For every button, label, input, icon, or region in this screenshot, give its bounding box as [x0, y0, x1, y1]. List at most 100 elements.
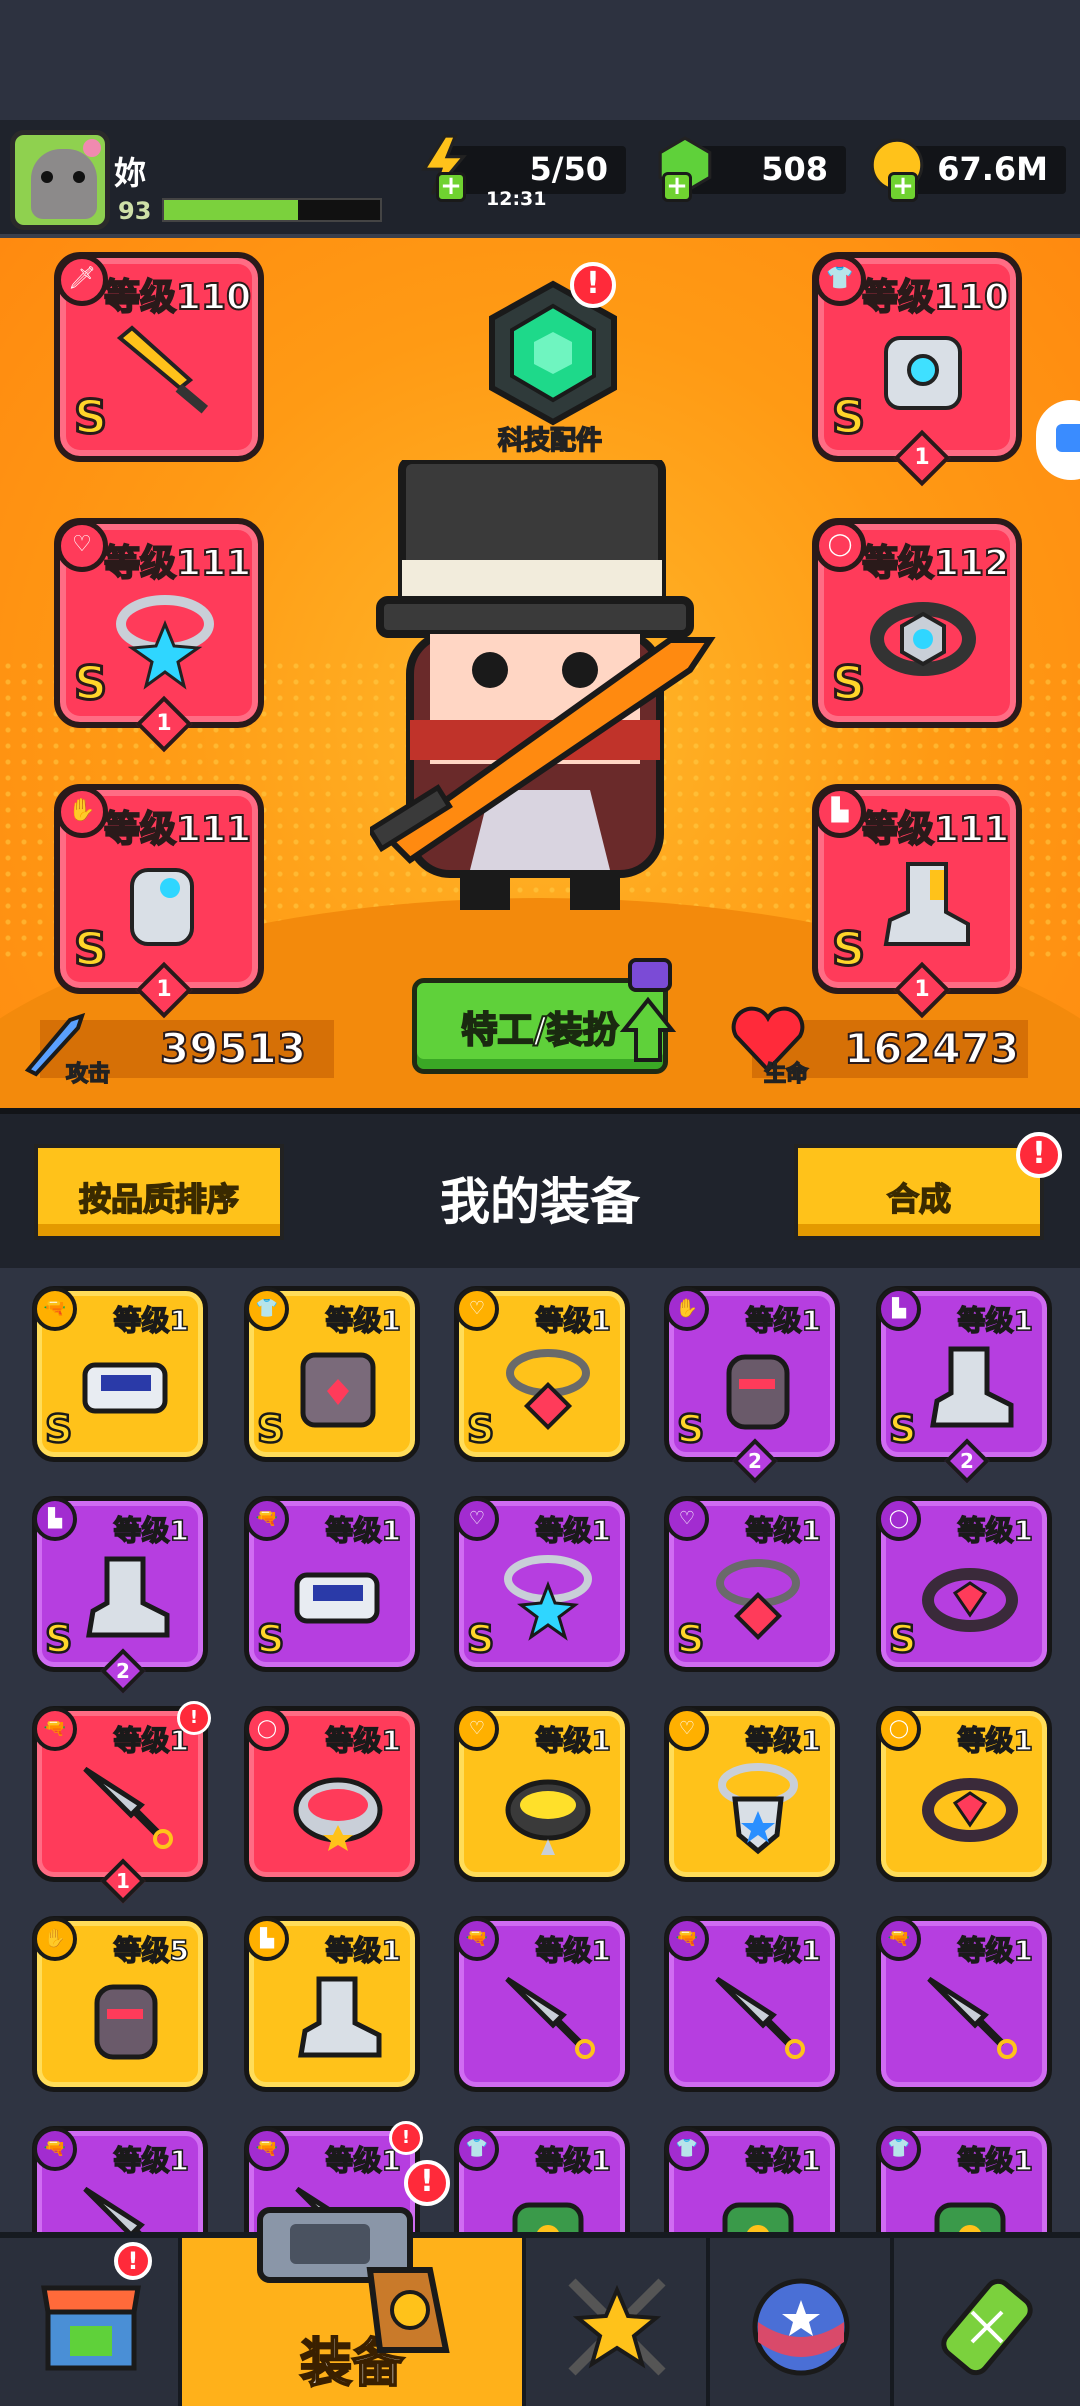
inventory-grid: 🔫 等级1 S 👕 等级1 S ♡ 等级1 S ✋ 等级1 S 2 ▙ 等级1 S 2 ▙ 等级1 S 2 🔫 等级1 S ♡ 等…: [0, 1268, 1080, 2238]
spiked-collar-icon: [505, 1779, 591, 1855]
life-value: 162473: [843, 1023, 1020, 1074]
inventory-item[interactable]: 👕 等级1: [454, 2126, 630, 2238]
hero-character[interactable]: [370, 460, 730, 920]
inventory-item[interactable]: ▙ 等级1 S 2: [876, 1286, 1052, 1484]
shop-alert-badge: !: [114, 2242, 152, 2280]
equipped-weapon-slot[interactable]: 🗡 等级110 S: [54, 252, 264, 462]
slot-level: 等级112: [861, 542, 1010, 585]
inventory-item[interactable]: 🔫 等级1: [32, 2126, 208, 2238]
inventory-item[interactable]: ✋ 等级1 S 2: [664, 1286, 840, 1484]
slot-level: 等级110: [103, 276, 252, 319]
energy-plus-button[interactable]: +: [436, 172, 466, 202]
slot-level: 等级111: [103, 542, 252, 585]
item-category-icon: 👕: [877, 2127, 921, 2171]
inventory-item[interactable]: ♡ 等级1: [664, 1706, 840, 1882]
equipped-belt-slot[interactable]: ◯ 等级112 S: [812, 518, 1022, 728]
belt-icon: [922, 1778, 1018, 1842]
merge-button-label: 合成: [886, 1179, 952, 1219]
item-category-icon: 🔫: [33, 2127, 77, 2171]
xp-bar-fill: [164, 200, 298, 220]
boots-icon: [930, 1346, 1014, 1428]
armor-icon: [884, 336, 962, 410]
energy-timer: 12:31: [486, 188, 547, 210]
flower-icon: [83, 139, 101, 157]
inventory-item[interactable]: 👕 等级1: [664, 2126, 840, 2238]
sort-button-label: 按品质排序: [78, 1179, 240, 1219]
item-grade: S: [256, 1616, 286, 1663]
gear-title: 我的装备: [440, 1173, 640, 1231]
bottom-nav: ! 装备: [0, 2232, 1080, 2406]
inventory-item[interactable]: ◯ 等级1 S: [876, 1496, 1052, 1672]
item-grade: S: [676, 1406, 706, 1453]
blaster-icon: [82, 1362, 168, 1414]
item-count-badge: 2: [732, 1438, 778, 1484]
kunai-icon: [83, 2186, 148, 2238]
inventory-item[interactable]: ◯ 等级1: [876, 1706, 1052, 1882]
inventory-item[interactable]: ♡ 等级1 S: [454, 1286, 630, 1462]
coin-plus-button[interactable]: +: [888, 172, 918, 202]
boots-category-icon: ▙: [814, 786, 866, 838]
item-grade: S: [44, 1406, 74, 1453]
item-level: 等级1: [535, 1723, 612, 1758]
glove-category-icon: ✋: [56, 786, 108, 838]
equipped-armor-slot[interactable]: 👕 等级110 S 1: [812, 252, 1022, 487]
equipped-glove-slot[interactable]: ✋ 等级111 S 1: [54, 784, 264, 1019]
player-avatar[interactable]: [10, 130, 110, 230]
nav-tab-shop[interactable]: !: [0, 2238, 182, 2406]
inventory-item[interactable]: 👕 等级1: [876, 2126, 1052, 2238]
inventory-item[interactable]: ♡ 等级1 S: [664, 1496, 840, 1672]
slot-grade: S: [830, 921, 866, 978]
hat-upgrade-icon: [619, 958, 677, 1062]
inventory-item[interactable]: ♡ 等级1 S: [454, 1496, 630, 1672]
inventory-item[interactable]: 🔫 等级1 1!: [32, 1701, 211, 1904]
equipped-boots-slot[interactable]: ▙ 等级111 S 1: [812, 784, 1022, 1019]
merge-button[interactable]: 合成: [794, 1144, 1044, 1240]
inventory-item[interactable]: ▙ 等级1: [244, 1916, 420, 2092]
boots-icon: [298, 1976, 382, 2058]
nav-tab-battle[interactable]: [526, 2238, 710, 2406]
chat-icon: [1056, 424, 1080, 452]
inventory-item[interactable]: 🔫 等级1: [876, 1916, 1052, 2092]
gear-tab-alert-badge: !: [404, 2160, 450, 2206]
slot-grade: S: [72, 655, 108, 712]
shop-icon: [41, 2285, 141, 2371]
inventory-item[interactable]: 👕 等级1 S: [244, 1286, 420, 1462]
item-level: 等级1: [957, 1513, 1034, 1548]
inventory-item[interactable]: 🔫 等级1: [454, 1916, 630, 2092]
item-category-icon: ♡: [455, 1287, 499, 1331]
equipped-necklace-slot[interactable]: ♡ 等级111 S 1: [54, 518, 264, 753]
coin-counter: 67.6M: [906, 146, 1066, 194]
item-level: 等级1: [957, 1303, 1034, 1338]
item-level: 等级1: [745, 1723, 822, 1758]
inventory-item[interactable]: ◯ 等级1: [244, 1706, 420, 1882]
item-level: 等级1: [325, 1513, 402, 1548]
nav-tab-stars[interactable]: [710, 2238, 894, 2406]
inventory-item[interactable]: ▙ 等级1 S 2: [32, 1496, 208, 1694]
tech-accessory-label: 科技配件: [497, 425, 603, 457]
boots-icon: [883, 862, 970, 946]
star-ball-icon: [752, 2278, 850, 2376]
gem-plus-button[interactable]: +: [662, 172, 692, 202]
inventory-item[interactable]: 🔫 等级1 S: [244, 1496, 420, 1672]
item-level: 等级1: [745, 1303, 822, 1338]
item-level: 等级1: [113, 1303, 190, 1338]
item-grade: S: [888, 1406, 918, 1453]
inventory-item[interactable]: 🔫 等级1: [664, 1916, 840, 2092]
crossed-swords-star-icon: [568, 2278, 666, 2376]
item-level: 等级5: [113, 1933, 190, 1968]
belt-icon: [870, 602, 976, 676]
item-level: 等级1: [113, 1513, 190, 1548]
nav-tab-lab[interactable]: [894, 2238, 1080, 2406]
item-category-icon: 🔫: [33, 1287, 77, 1331]
item-level: 等级1: [745, 1933, 822, 1968]
inventory-item[interactable]: 🔫 等级1 S: [32, 1286, 208, 1462]
kunai-icon: [505, 1976, 595, 2059]
merge-alert-badge: !: [1016, 1132, 1062, 1178]
item-level: 等级1: [535, 1933, 612, 1968]
inventory-item[interactable]: ✋ 等级5: [32, 1916, 208, 2092]
star-necklace-icon: [504, 1555, 592, 1641]
slot-grade: S: [72, 921, 108, 978]
tech-alert-badge: !: [570, 262, 616, 308]
sort-by-quality-button[interactable]: 按品质排序: [34, 1144, 284, 1240]
inventory-item[interactable]: ♡ 等级1: [454, 1706, 630, 1882]
